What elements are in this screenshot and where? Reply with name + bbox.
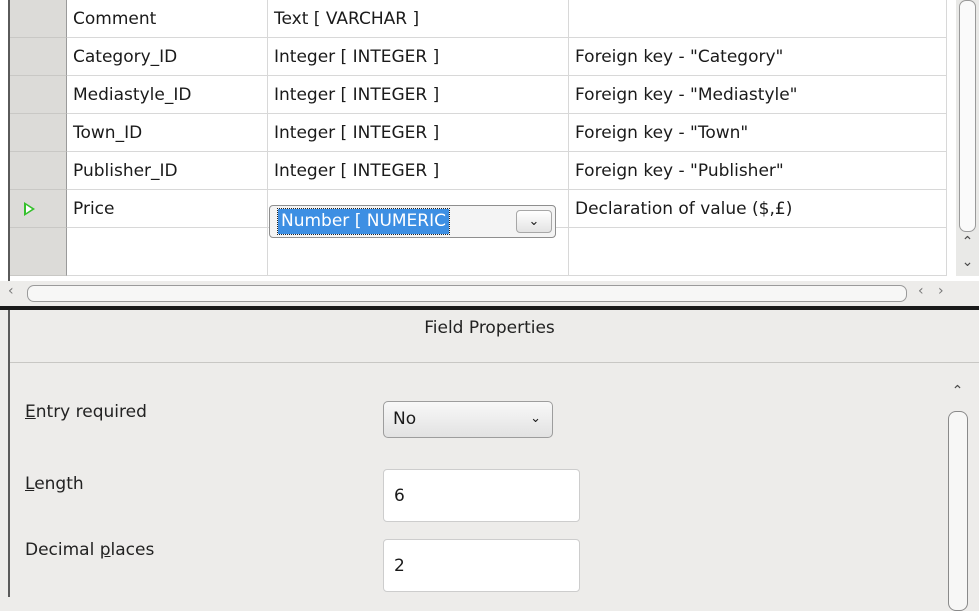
description-cell[interactable]: Foreign key - "Town" [569, 114, 947, 152]
field-name-cell[interactable]: Price [67, 190, 268, 228]
field-type-cell[interactable]: Integer [ INTEGER ] [268, 76, 569, 114]
field-name-cell[interactable] [67, 228, 268, 276]
length-label: Length [25, 474, 84, 494]
field-name-cell[interactable]: Category_ID [67, 38, 268, 76]
field-type-cell[interactable] [268, 228, 569, 276]
field-type-cell[interactable]: Integer [ INTEGER ] [268, 114, 569, 152]
row-header[interactable] [10, 0, 67, 38]
entry-required-label: Entry required [25, 402, 147, 422]
description-cell[interactable]: Declaration of value ($,£) [569, 190, 947, 228]
description-cell[interactable] [569, 228, 947, 276]
chevron-down-icon[interactable]: ⌄ [956, 254, 979, 270]
grid-vertical-scrollbar[interactable]: ⌃ ⌄ [956, 0, 979, 276]
field-properties-title: Field Properties [424, 318, 555, 338]
divider [10, 362, 979, 363]
description-cell[interactable]: Foreign key - "Publisher" [569, 152, 947, 190]
row-header[interactable] [10, 38, 67, 76]
row-pointer-icon [24, 202, 35, 216]
chevron-right-icon[interactable]: › [938, 283, 944, 299]
chevron-left-icon[interactable]: ‹ [8, 283, 14, 299]
decimal-places-label: Decimal places [25, 540, 155, 560]
decimal-places-field[interactable]: 2 [383, 539, 580, 592]
field-name-cell[interactable]: Comment [67, 0, 268, 38]
entry-required-select[interactable]: No ⌄ [383, 401, 553, 438]
field-name-cell[interactable]: Mediastyle_ID [67, 76, 268, 114]
field-type-cell[interactable]: Text [ VARCHAR ] [268, 0, 569, 38]
row-header[interactable] [10, 114, 67, 152]
scrollbar-thumb[interactable] [959, 0, 976, 232]
entry-required-value: No [393, 409, 417, 429]
scrollbar-thumb[interactable] [27, 285, 907, 302]
field-type-cell[interactable]: Integer [ INTEGER ] [268, 38, 569, 76]
row-header[interactable] [10, 152, 67, 190]
scrollbar-thumb[interactable] [948, 411, 968, 611]
field-name-cell[interactable]: Publisher_ID [67, 152, 268, 190]
field-name-cell[interactable]: Town_ID [67, 114, 268, 152]
grid-horizontal-scrollbar[interactable]: ‹ ‹ › [0, 281, 979, 306]
chevron-up-icon[interactable]: ⌃ [946, 383, 969, 399]
description-cell[interactable]: Foreign key - "Mediastyle" [569, 76, 947, 114]
row-header[interactable] [10, 228, 67, 276]
chevron-down-icon[interactable]: ⌄ [530, 411, 541, 426]
field-type-cell[interactable]: Integer [ INTEGER ] [268, 152, 569, 190]
description-cell[interactable]: Foreign key - "Category" [569, 38, 947, 76]
row-header[interactable] [10, 190, 67, 228]
row-header[interactable] [10, 76, 67, 114]
chevron-up-icon[interactable]: ⌃ [956, 234, 979, 250]
length-field[interactable]: 6 [383, 469, 580, 522]
chevron-left-icon[interactable]: ‹ [918, 283, 924, 299]
description-cell[interactable] [569, 0, 947, 38]
properties-vertical-scrollbar[interactable]: ⌃ [944, 383, 972, 611]
